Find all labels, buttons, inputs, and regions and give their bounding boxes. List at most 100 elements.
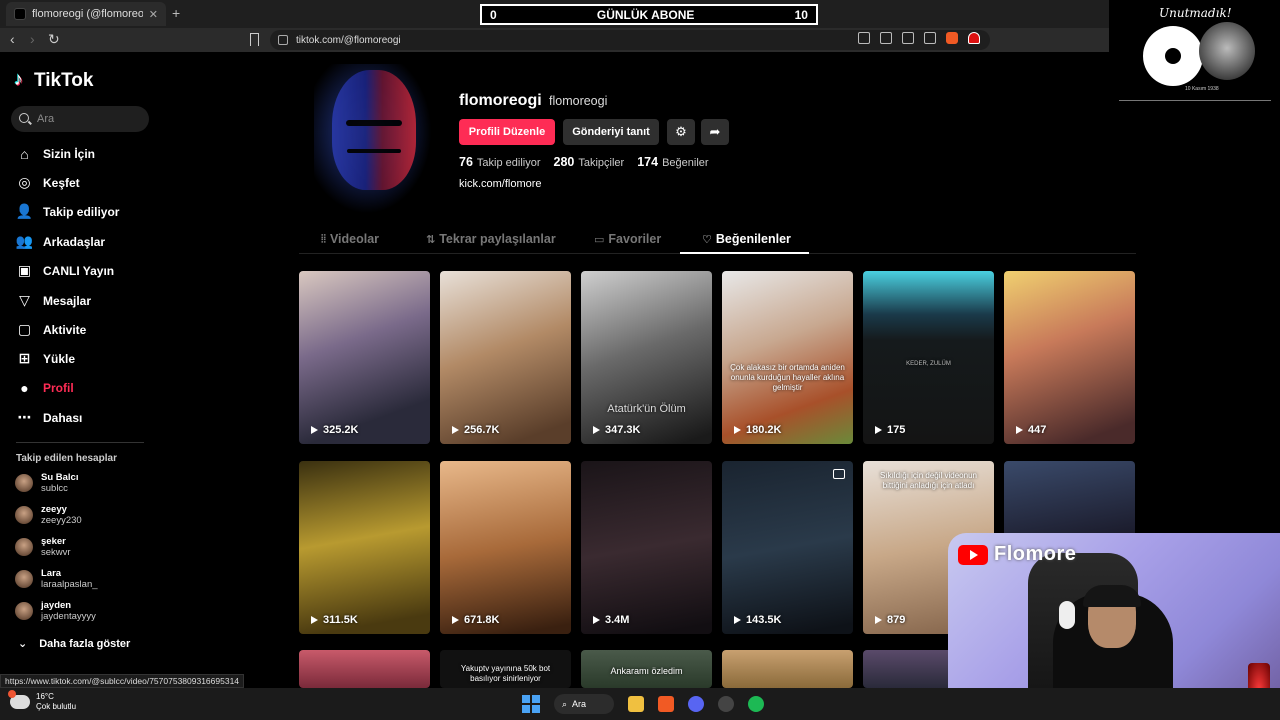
view-count: 879: [875, 614, 905, 626]
followers-count: 280: [553, 155, 575, 169]
tab-label: Favoriler: [608, 232, 662, 246]
followed-account[interactable]: jayden jaydentayyyy: [15, 600, 96, 622]
video-caption: Atatürk'ün Ölüm: [607, 403, 686, 415]
logo-text: TikTok: [34, 70, 94, 91]
edit-profile-button[interactable]: Profili Düzenle: [459, 119, 555, 145]
bookmark-icon[interactable]: [250, 33, 259, 46]
windows-start-icon[interactable]: [522, 695, 540, 713]
tab-close-icon[interactable]: ✕: [149, 8, 158, 21]
forward-icon[interactable]: ›: [30, 31, 35, 47]
video-card[interactable]: Ankaramı özledim: [581, 650, 712, 688]
video-card[interactable]: [722, 650, 853, 688]
sidebar-item-activity[interactable]: ▢ Aktivite: [16, 321, 86, 338]
video-card[interactable]: 256.7K: [440, 271, 571, 444]
show-more-button[interactable]: ⌄ Daha fazla göster: [18, 637, 130, 651]
tiktok-note-icon: [14, 69, 30, 90]
tracking-icon[interactable]: [858, 32, 870, 44]
webcam-brand: Flomore: [958, 543, 1076, 566]
video-card[interactable]: 447: [1004, 271, 1135, 444]
new-tab-icon[interactable]: +: [172, 5, 180, 21]
sidebar-item-friends[interactable]: 👥 Arkadaşlar: [16, 233, 105, 250]
sidebar-item-explore[interactable]: ◎ Keşfet: [16, 174, 79, 191]
tab-favorites[interactable]: ▭ Favoriler: [594, 232, 661, 246]
followers-stat[interactable]: 280 Takipçiler: [554, 155, 625, 169]
headset-icon: [1059, 601, 1075, 629]
file-explorer-icon[interactable]: [628, 696, 644, 712]
view-count-value: 347.3K: [605, 424, 641, 436]
tab-label: Tekrar paylaşılanlar: [439, 232, 556, 246]
taskbar-search[interactable]: ⌕ Ara: [554, 694, 614, 714]
followed-account[interactable]: zeeyy zeeyy230: [15, 504, 82, 526]
profile-bio-link[interactable]: kick.com/flomore: [459, 178, 542, 190]
sidebar-item-live[interactable]: ▣ CANLI Yayın: [16, 262, 114, 279]
sidebar-item-profile[interactable]: ● Profil: [16, 379, 73, 396]
brave-browser-icon[interactable]: [658, 696, 674, 712]
sidebar: TikTok Ara ⌂ Sizin İçin ◎ Keşfet 👤 Takip…: [0, 52, 160, 682]
counter-right: 10: [794, 7, 808, 22]
avatar: [15, 474, 33, 492]
view-count: 175: [875, 424, 905, 436]
tab-videos[interactable]: ⦙⦙ Videolar: [321, 232, 379, 246]
brave-shields-icon[interactable]: [946, 32, 958, 44]
tiktok-logo[interactable]: TikTok: [14, 69, 94, 92]
translate-icon[interactable]: [902, 32, 914, 44]
site-info-icon[interactable]: [278, 35, 288, 45]
heart-icon: ♡: [702, 233, 712, 246]
video-card[interactable]: KEDER, ZULÜM 175: [863, 271, 994, 444]
sidebar-item-messages[interactable]: ▽ Mesajlar: [16, 292, 91, 309]
back-icon[interactable]: ‹: [10, 31, 15, 47]
followed-account[interactable]: şeker sekwvr: [15, 536, 71, 558]
video-card[interactable]: 143.5K: [722, 461, 853, 634]
profile-avatar[interactable]: [314, 64, 432, 214]
avatar-face: [332, 70, 416, 190]
temperature: 16°C: [36, 692, 54, 701]
settings-gear-icon[interactable]: ⚙: [667, 119, 695, 145]
steam-icon[interactable]: [718, 696, 734, 712]
followed-account[interactable]: Lara laraalpaslan_: [15, 568, 98, 590]
youtube-icon: [958, 544, 988, 565]
share-page-icon[interactable]: [924, 32, 936, 44]
video-card[interactable]: [299, 650, 430, 688]
status-url: https://www.tiktok.com/@sublcc/video/757…: [0, 674, 245, 688]
spotify-icon[interactable]: [748, 696, 764, 712]
play-icon: [875, 426, 882, 434]
brave-rewards-icon[interactable]: [968, 32, 980, 44]
streamer-cap: [1083, 585, 1141, 607]
following-stat[interactable]: 76 Takip ediliyor: [459, 155, 541, 169]
share-icon[interactable]: ➦: [701, 119, 729, 145]
view-count-value: 325.2K: [323, 424, 359, 436]
tab-reposts[interactable]: ⇅ Tekrar paylaşılanlar: [426, 232, 556, 246]
weather-condition: Çok bulutlu: [36, 702, 77, 711]
account-name: Su Balcı: [41, 472, 79, 483]
play-icon: [734, 426, 741, 434]
sidebar-item-upload[interactable]: ⊞ Yükle: [16, 350, 75, 367]
discord-icon[interactable]: [688, 696, 704, 712]
reload-icon[interactable]: ↻: [48, 31, 60, 48]
chevron-down-icon: ⌄: [18, 638, 28, 650]
sidebar-item-more[interactable]: ⋯ Dahası: [16, 409, 83, 426]
video-caption: Ankaramı özledim: [610, 666, 683, 676]
video-card[interactable]: 3.4M: [581, 461, 712, 634]
video-card[interactable]: 671.8K: [440, 461, 571, 634]
bookmark-icon: ▭: [594, 233, 605, 246]
sidebar-item-following[interactable]: 👤 Takip ediliyor: [16, 203, 120, 220]
video-card[interactable]: 311.5K: [299, 461, 430, 634]
activity-icon: ▢: [17, 321, 32, 337]
windows-taskbar: 16°C Çok bulutlu ⌕ Ara: [0, 688, 1280, 720]
video-card[interactable]: Çok alakasız bir ortamda aniden onunla k…: [722, 271, 853, 444]
following-section-title: Takip edilen hesaplar: [16, 453, 117, 464]
video-card[interactable]: 325.2K: [299, 271, 430, 444]
video-card[interactable]: Yakuptv yayınına 50k bot basılıyor sinir…: [440, 650, 571, 688]
promote-post-button[interactable]: Gönderiyi tanıt: [563, 119, 659, 145]
video-card[interactable]: Atatürk'ün Ölüm 347.3K: [581, 271, 712, 444]
view-count: 671.8K: [452, 614, 499, 626]
sidebar-item-for-you[interactable]: ⌂ Sizin İçin: [16, 145, 95, 162]
cast-icon[interactable]: [880, 32, 892, 44]
avatar: [15, 602, 33, 620]
tab-liked[interactable]: ♡ Beğenilenler: [702, 232, 791, 246]
search-input[interactable]: Ara: [11, 106, 149, 132]
browser-tab[interactable]: flomoreogi (@flomoreogi) | TikT ✕: [6, 2, 166, 26]
weather-widget[interactable]: 16°C Çok bulutlu: [8, 690, 77, 712]
followed-account[interactable]: Su Balcı sublcc: [15, 472, 79, 494]
view-count-value: 3.4M: [605, 614, 630, 626]
